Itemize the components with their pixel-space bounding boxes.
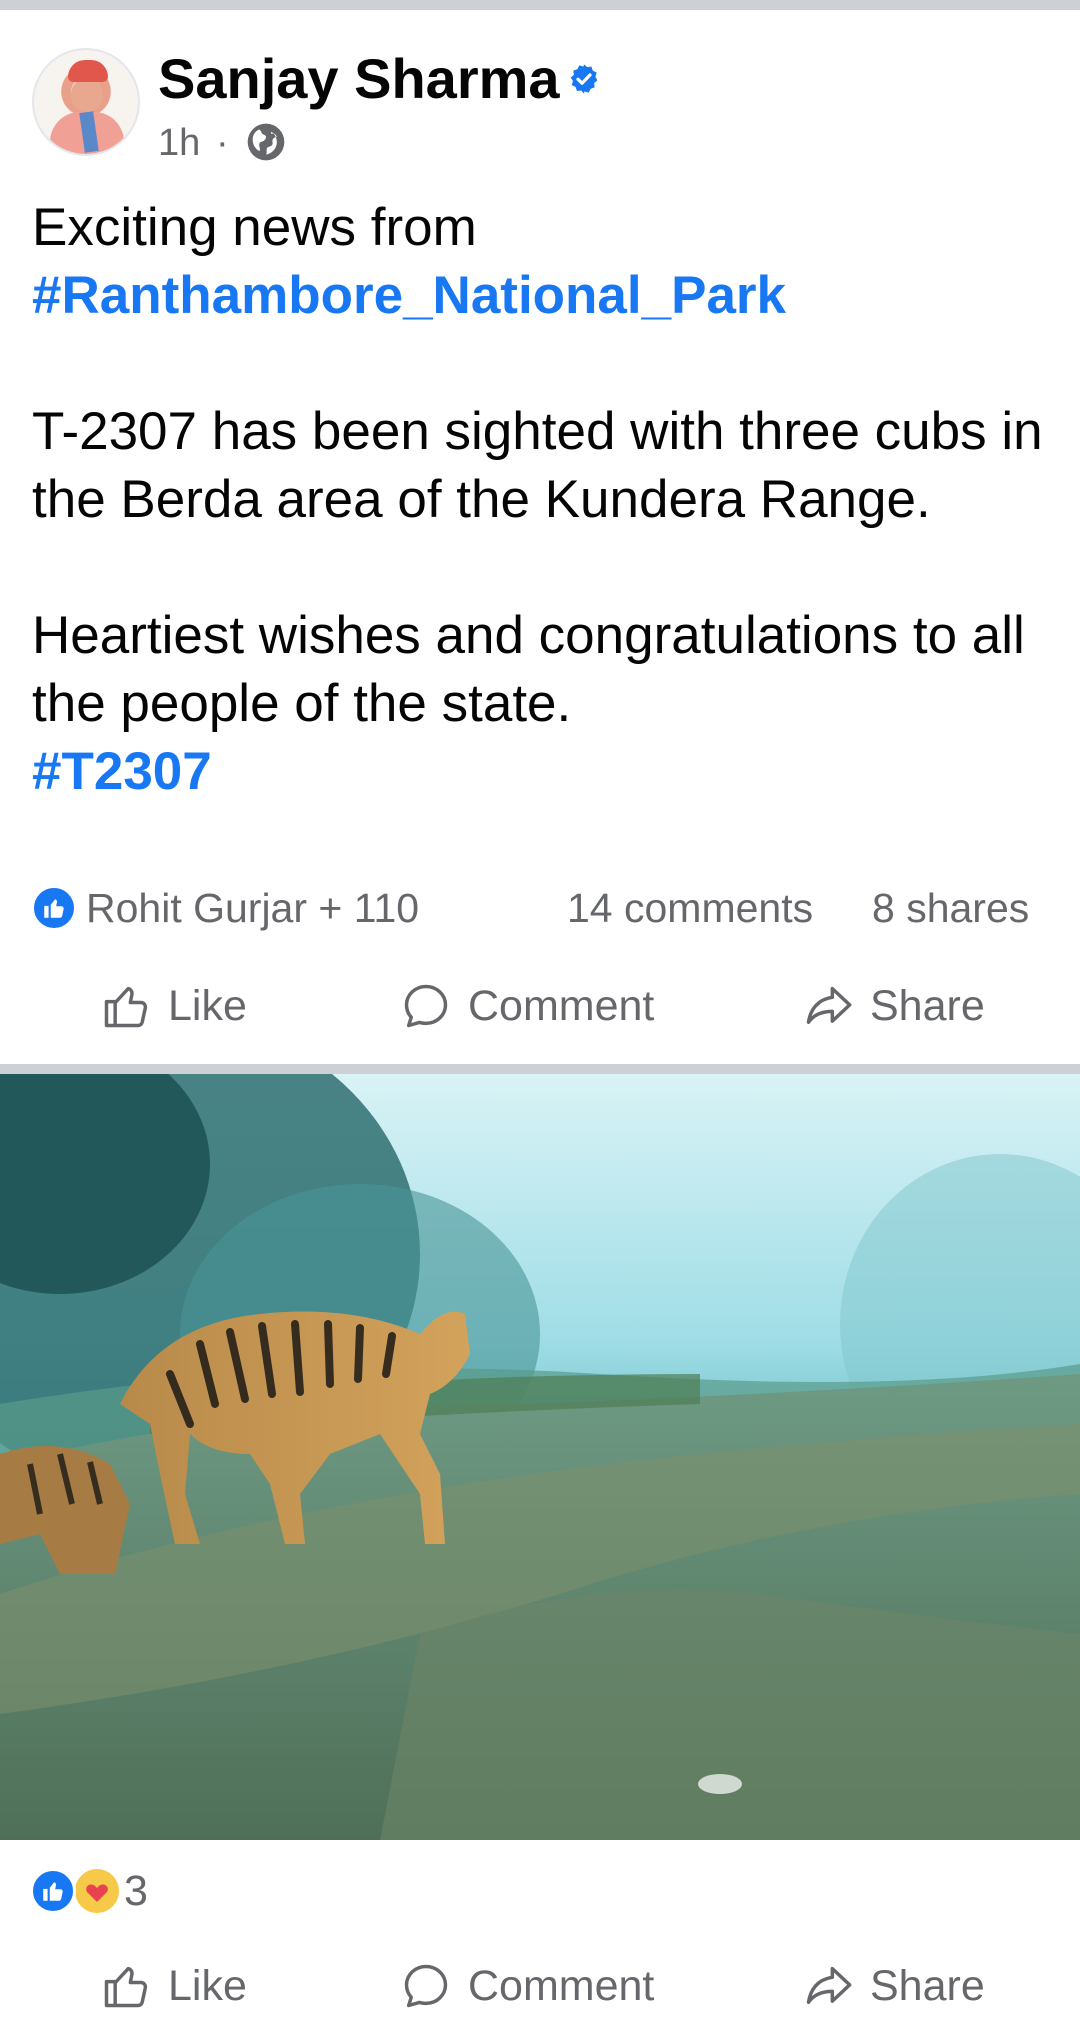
share-arrow-icon <box>806 986 852 1024</box>
share-label: Share <box>870 1961 985 2010</box>
shares-count[interactable]: 8 shares <box>872 884 1029 932</box>
post-action-bar: Like Comment Share <box>0 962 1080 1050</box>
reaction-count: 3 <box>124 1867 148 1915</box>
meta-separator: · <box>216 122 229 164</box>
post-divider <box>0 1064 1080 1074</box>
post-paragraph-wishes: Heartiest wishes and congratulations to … <box>32 606 1025 733</box>
hashtag-link-t2307[interactable]: #T2307 <box>32 742 212 801</box>
comment-bubble-icon <box>404 984 448 1028</box>
share-label: Share <box>870 981 985 1030</box>
share-button[interactable]: Share <box>802 962 985 1050</box>
comments-count[interactable]: 14 comments <box>567 884 813 932</box>
share-arrow-icon <box>806 1966 852 2004</box>
author-avatar[interactable] <box>32 48 140 156</box>
comment-label: Comment <box>468 1961 655 2010</box>
photo-action-bar: Like Comment Share <box>0 1942 1080 2030</box>
care-reaction-icon <box>72 1866 122 1916</box>
post-time[interactable]: 1h <box>158 120 200 166</box>
share-button[interactable]: Share <box>802 1942 985 2030</box>
like-label: Like <box>168 1961 247 2010</box>
tiger-photo[interactable] <box>0 1074 1080 1840</box>
comment-bubble-icon <box>404 1964 448 2008</box>
like-reaction-icon <box>32 886 76 930</box>
like-reaction-icon <box>30 1868 76 1914</box>
top-divider <box>0 0 1080 10</box>
comment-button[interactable]: Comment <box>400 1942 654 2030</box>
thumbs-up-icon <box>104 986 148 1028</box>
author-name[interactable]: Sanjay Sharma <box>158 46 560 112</box>
like-button[interactable]: Like <box>100 962 247 1050</box>
like-label: Like <box>168 981 247 1030</box>
comment-button[interactable]: Comment <box>400 962 654 1050</box>
comment-label: Comment <box>468 981 655 1030</box>
thumbs-up-icon <box>104 1966 148 2008</box>
globe-icon <box>247 123 285 161</box>
photo-reactions[interactable]: 3 <box>0 1862 1080 1922</box>
verified-badge-icon <box>570 64 598 94</box>
post-paragraph-sighting: T-2307 has been sighted with three cubs … <box>32 402 1043 529</box>
hashtag-link-ranthambore[interactable]: #Ranthambore_National_Park <box>32 266 786 325</box>
like-button[interactable]: Like <box>100 1942 247 2030</box>
post-line-intro: Exciting news from <box>32 198 477 257</box>
post-stats: Rohit Gurjar + 110 14 comments 8 shares <box>0 872 1080 942</box>
post-header: Sanjay Sharma 1h · <box>0 10 1080 180</box>
post-body: Exciting news from #Ranthambore_National… <box>32 194 1052 806</box>
reactors-summary[interactable]: Rohit Gurjar + 110 <box>86 884 419 932</box>
